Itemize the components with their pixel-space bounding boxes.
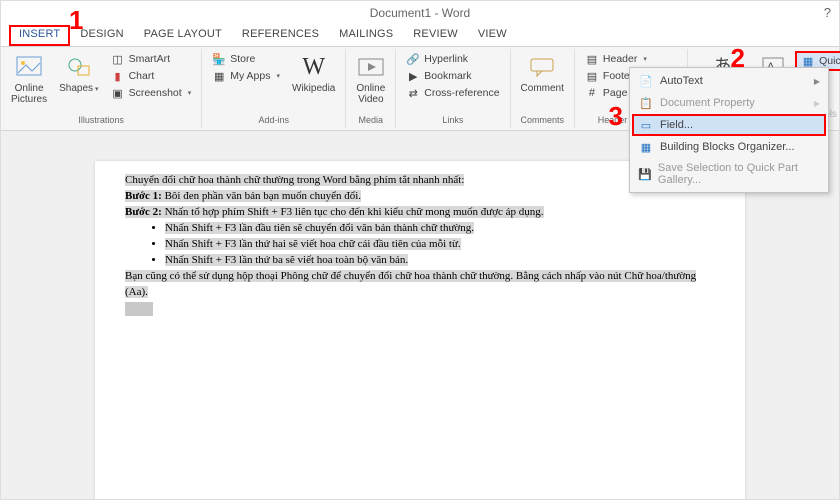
help-icon[interactable]: ?	[824, 1, 831, 25]
video-icon	[357, 53, 385, 81]
group-illustrations-label: Illustrations	[78, 115, 124, 126]
bullet-3: Nhấn Shift + F3 lần thứ ba sẽ viết hoa t…	[165, 254, 408, 266]
quickparts-icon: ▦	[801, 54, 815, 68]
qp-document-property[interactable]: 📋Document Property▶	[632, 92, 826, 114]
apps-icon: ▦	[212, 69, 226, 83]
qp-save-selection[interactable]: 💾Save Selection to Quick Part Gallery...	[632, 158, 826, 190]
online-video-button[interactable]: Online Video	[352, 51, 389, 107]
bullet-2: Nhấn Shift + F3 lần thứ hai sẽ viết hoa …	[165, 238, 461, 250]
step2-label: Bước 2:	[125, 206, 162, 218]
online-video-label: Online Video	[356, 83, 385, 105]
doc-line1: Chuyển đổi chữ hoa thành chữ thường tron…	[125, 174, 464, 186]
online-pictures-icon	[15, 53, 43, 81]
group-addins: 🏪Store ▦My Apps W Wikipedia Add-ins	[202, 49, 346, 128]
myapps-button[interactable]: ▦My Apps	[208, 68, 284, 84]
screenshot-button[interactable]: ▣Screenshot	[107, 85, 196, 101]
comment-button[interactable]: Comment	[517, 51, 568, 96]
hyperlink-button[interactable]: 🔗Hyperlink	[402, 51, 503, 67]
header-icon: ▤	[585, 52, 599, 66]
screenshot-icon: ▣	[111, 86, 125, 100]
docprop-icon: 📋	[638, 96, 654, 110]
shapes-button[interactable]: Shapes	[55, 51, 102, 96]
group-comments-label: Comments	[520, 115, 564, 126]
tab-design[interactable]: DESIGN	[70, 25, 133, 46]
qp-autotext[interactable]: 📄AutoText▶	[632, 70, 826, 92]
group-links: 🔗Hyperlink ▶Bookmark ⇄Cross-reference Li…	[396, 49, 510, 128]
document-body[interactable]: Chuyển đổi chữ hoa thành chữ thường tron…	[125, 173, 715, 316]
field-icon: ▭	[638, 118, 654, 132]
tab-page-layout[interactable]: PAGE LAYOUT	[134, 25, 232, 46]
pagenum-icon: #	[585, 86, 599, 100]
group-media: Online Video Media	[346, 49, 396, 128]
crossref-icon: ⇄	[406, 86, 420, 100]
closing-text: Bạn cũng có thể sử dụng hộp thoại Phông …	[125, 270, 696, 298]
comment-icon	[528, 53, 556, 81]
hyperlink-icon: 🔗	[406, 52, 420, 66]
group-media-label: Media	[359, 115, 384, 126]
save-icon: 💾	[638, 167, 652, 181]
blocks-icon: ▦	[638, 140, 654, 154]
wikipedia-button[interactable]: W Wikipedia	[288, 51, 339, 96]
bookmark-icon: ▶	[406, 69, 420, 83]
tab-references[interactable]: REFERENCES	[232, 25, 329, 46]
comment-label: Comment	[521, 83, 564, 94]
tab-review[interactable]: REVIEW	[403, 25, 468, 46]
step1-label: Bước 1:	[125, 190, 162, 202]
store-button[interactable]: 🏪Store	[208, 51, 284, 67]
page[interactable]: Chuyển đổi chữ hoa thành chữ thường tron…	[95, 161, 745, 499]
step1-text: Bôi đen phần văn bản bạn muốn chuyển đổi…	[162, 190, 361, 202]
tab-view[interactable]: VIEW	[468, 25, 517, 46]
qp-building-blocks[interactable]: ▦Building Blocks Organizer...	[632, 136, 826, 158]
smartart-icon: ◫	[111, 52, 125, 66]
footer-icon: ▤	[585, 69, 599, 83]
group-links-label: Links	[442, 115, 463, 126]
bookmark-button[interactable]: ▶Bookmark	[402, 68, 503, 84]
titlebar: Document1 - Word ?	[1, 1, 839, 25]
step2-text: Nhấn tổ hợp phím Shift + F3 liên tục cho…	[162, 206, 544, 218]
quick-parts-menu: 📄AutoText▶ 📋Document Property▶ ▭Field...…	[629, 67, 829, 193]
group-comments: Comment Comments	[511, 49, 575, 128]
smartart-button[interactable]: ◫SmartArt	[107, 51, 196, 67]
chart-icon: ▮	[111, 69, 125, 83]
chart-button[interactable]: ▮Chart	[107, 68, 196, 84]
online-pictures-label: Online Pictures	[11, 83, 47, 105]
selection-cursor	[125, 302, 153, 316]
online-pictures-button[interactable]: Online Pictures	[7, 51, 51, 107]
group-illustrations: Online Pictures Shapes ◫SmartArt ▮Chart …	[1, 49, 202, 128]
header-button[interactable]: ▤Header	[581, 51, 681, 67]
tab-mailings[interactable]: MAILINGS	[329, 25, 403, 46]
shapes-label: Shapes	[59, 83, 98, 94]
ribbon-tabs: INSERT DESIGN PAGE LAYOUT REFERENCES MAI…	[1, 25, 839, 47]
bullet-1: Nhấn Shift + F3 lần đầu tiên sẽ chuyển đ…	[165, 222, 474, 234]
tab-insert[interactable]: INSERT	[9, 25, 70, 46]
crossref-button[interactable]: ⇄Cross-reference	[402, 85, 503, 101]
store-icon: 🏪	[212, 52, 226, 66]
shapes-icon	[65, 53, 93, 81]
document-title: Document1 - Word	[370, 6, 470, 20]
qp-field[interactable]: ▭Field...	[632, 114, 826, 136]
group-addins-label: Add-ins	[259, 115, 290, 126]
autotext-icon: 📄	[638, 74, 654, 88]
wikipedia-icon: W	[300, 53, 328, 81]
wikipedia-label: Wikipedia	[292, 83, 335, 94]
